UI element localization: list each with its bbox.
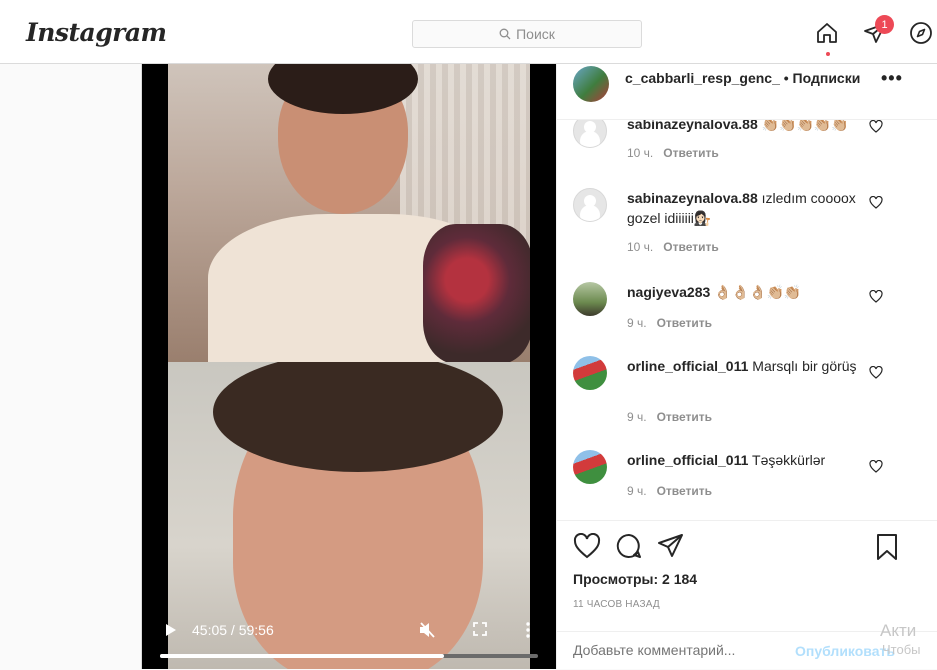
commenter-avatar[interactable] — [573, 282, 607, 316]
instagram-logo[interactable]: Instagram — [26, 18, 167, 47]
reply-button[interactable]: Ответить — [657, 316, 712, 330]
comment-meta: 9 ч. Ответить — [627, 484, 712, 498]
comment-body: 👏🏼👏🏼👏🏼👏🏼👏🏼 — [761, 120, 849, 132]
post-header: c_cabbarli_resp_genc_ • Подписки ••• — [557, 64, 937, 120]
comment-bubble-icon[interactable] — [615, 533, 643, 559]
comment-input[interactable] — [573, 642, 773, 658]
publish-button[interactable]: Опубликовать — [795, 643, 895, 659]
reply-button[interactable]: Ответить — [657, 484, 712, 498]
heart-icon[interactable] — [869, 120, 883, 133]
comment-text: sabinazeynalova.88 ızledım coooox gozel … — [627, 188, 883, 228]
view-count[interactable]: Просмотры: 2 184 — [573, 571, 697, 587]
comment-body: Təşəkkürlər — [752, 452, 826, 468]
video-controls: 45:05 / 59:56 — [142, 612, 556, 669]
video-top-feed — [168, 64, 530, 362]
windows-activation-watermark-sub: Чтобы — [882, 642, 921, 657]
comment-text: sabinazeynalova.88 👏🏼👏🏼👏🏼👏🏼👏🏼 — [627, 120, 883, 134]
video-progress-fill — [160, 654, 445, 658]
more-options-icon[interactable] — [525, 621, 531, 639]
comment-meta: 9 ч. Ответить — [627, 316, 712, 330]
heart-icon[interactable] — [869, 290, 883, 303]
comment-text: orline_official_011 Marsqlı bir görüş — [627, 356, 883, 376]
reply-button[interactable]: Ответить — [657, 410, 712, 424]
commenter-avatar[interactable] — [573, 356, 607, 390]
comments-list[interactable]: sabinazeynalova.88 👏🏼👏🏼👏🏼👏🏼👏🏼 10 ч. Ответ… — [557, 120, 937, 520]
comment-body: 👌🏼👌🏼👌🏼👏🏼👏🏼 — [714, 284, 802, 300]
comment-time: 10 ч. — [627, 146, 654, 160]
comment-time: 10 ч. — [627, 240, 654, 254]
video-time: 45:05 / 59:56 — [192, 622, 274, 638]
share-plane-icon[interactable] — [657, 533, 685, 559]
fullscreen-icon[interactable] — [472, 621, 488, 637]
heart-icon[interactable] — [869, 196, 883, 209]
commenter-avatar[interactable] — [573, 450, 607, 484]
post-card: 45:05 / 59:56 c_cabbarli_resp_genc_ • По… — [141, 64, 937, 669]
search-icon — [499, 28, 511, 40]
home-icon[interactable] — [814, 20, 840, 46]
comment-username[interactable]: orline_official_011 — [627, 452, 748, 468]
direct-notification-badge: 1 — [875, 15, 894, 34]
comment-username[interactable]: sabinazeynalova.88 — [627, 120, 758, 132]
video-progress-bar[interactable] — [160, 654, 538, 658]
follow-status[interactable]: • Подписки — [784, 70, 861, 86]
reply-button[interactable]: Ответить — [663, 240, 718, 254]
post-timestamp[interactable]: 11 ЧАСОВ НАЗАД — [573, 599, 660, 610]
comment-text: orline_official_011 Təşəkkürlər — [627, 450, 883, 470]
home-active-dot — [826, 52, 830, 56]
top-navigation-bar: Instagram Поиск 1 — [0, 0, 937, 64]
commenter-avatar[interactable] — [573, 188, 607, 222]
comment-username[interactable]: orline_official_011 — [627, 358, 748, 374]
mute-icon[interactable] — [418, 621, 438, 639]
comment-time: 9 ч. — [627, 484, 647, 498]
reply-button[interactable]: Ответить — [663, 146, 718, 160]
more-options-icon[interactable]: ••• — [881, 68, 903, 89]
comment-username[interactable]: nagiyeva283 — [627, 284, 710, 300]
heart-icon[interactable] — [869, 460, 883, 473]
search-placeholder: Поиск — [516, 26, 555, 42]
like-heart-icon[interactable] — [573, 533, 601, 559]
commenter-avatar[interactable] — [573, 120, 607, 148]
bookmark-icon[interactable] — [875, 533, 899, 561]
post-actions: Просмотры: 2 184 11 ЧАСОВ НАЗАД Опублико… — [557, 520, 937, 669]
comment-meta: 9 ч. Ответить — [627, 410, 712, 424]
heart-icon[interactable] — [869, 366, 883, 379]
compass-icon[interactable] — [908, 20, 934, 46]
post-side-panel: c_cabbarli_resp_genc_ • Подписки ••• sab… — [556, 64, 937, 669]
comment-meta: 10 ч. Ответить — [627, 146, 719, 160]
author-avatar[interactable] — [573, 66, 609, 102]
comment-text: nagiyeva283 👌🏼👌🏼👌🏼👏🏼👏🏼 — [627, 282, 883, 302]
comment-meta: 10 ч. Ответить — [627, 240, 719, 254]
comment-time: 9 ч. — [627, 316, 647, 330]
comment-username[interactable]: sabinazeynalova.88 — [627, 190, 758, 206]
live-video-player[interactable]: 45:05 / 59:56 — [142, 64, 556, 669]
comment-time: 9 ч. — [627, 410, 647, 424]
search-box[interactable]: Поиск — [412, 20, 642, 48]
comment-body: Marsqlı bir görüş — [752, 358, 857, 374]
windows-activation-watermark: Акти — [880, 621, 917, 640]
play-icon[interactable] — [164, 622, 178, 638]
author-username[interactable]: c_cabbarli_resp_genc_ — [625, 70, 780, 86]
author-line: c_cabbarli_resp_genc_ • Подписки — [625, 70, 860, 86]
